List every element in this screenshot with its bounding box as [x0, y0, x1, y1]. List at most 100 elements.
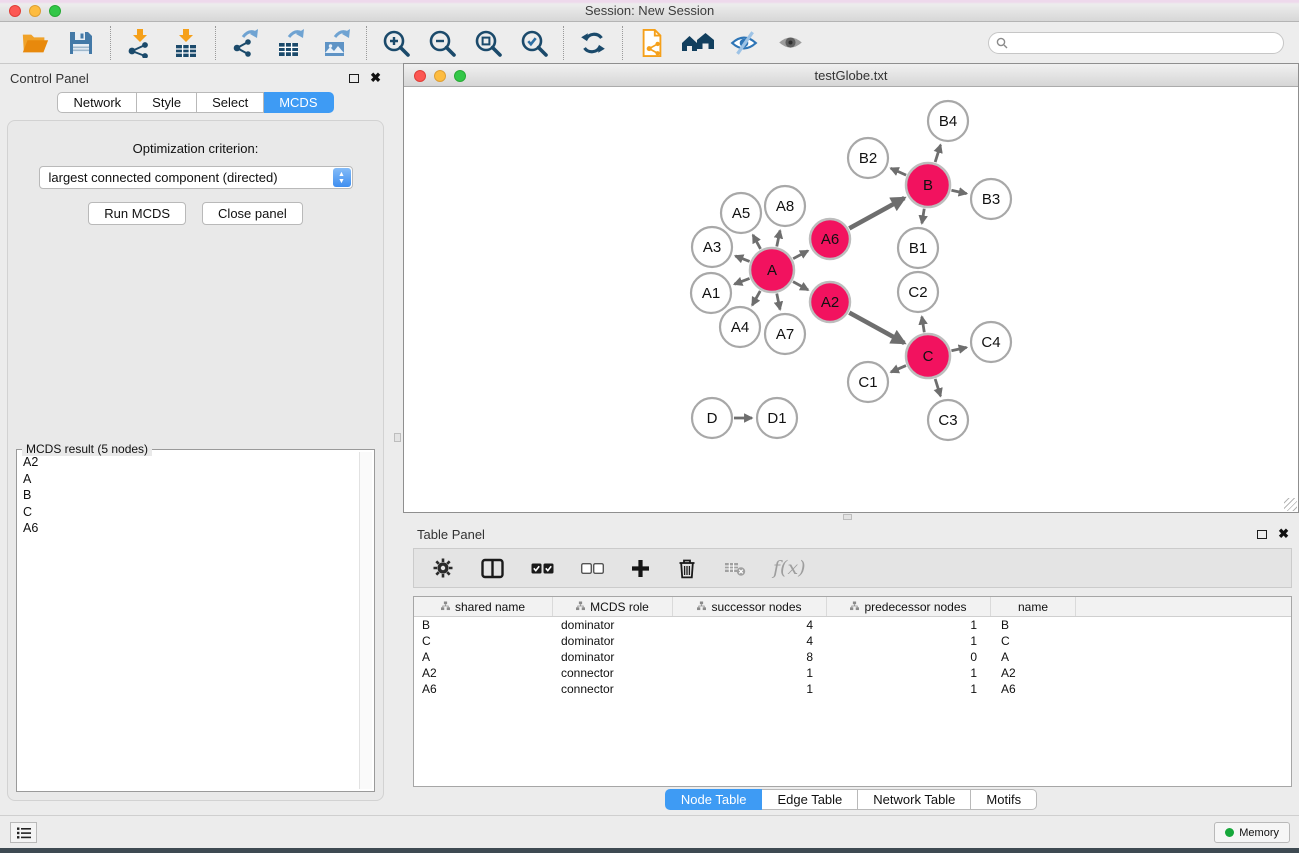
table-row-a[interactable]: Adominator80A [414, 649, 1291, 665]
zoom-window-button[interactable] [49, 5, 61, 17]
home-icon[interactable] [681, 26, 715, 60]
minimize-window-button[interactable] [29, 5, 41, 17]
column-header-predecessor-nodes[interactable]: predecessor nodes [827, 597, 991, 616]
edge-A-A4[interactable] [752, 291, 760, 305]
criterion-select[interactable]: largest connected component (directed) ▲… [39, 166, 353, 189]
result-item-b[interactable]: B [23, 487, 358, 504]
export-table-icon[interactable] [274, 26, 308, 60]
deselect-all-icon[interactable] [581, 563, 604, 574]
tab-motifs[interactable]: Motifs [971, 789, 1037, 810]
close-window-button[interactable] [9, 5, 21, 17]
table-row-b[interactable]: Bdominator41B [414, 617, 1291, 633]
edge-C-C1[interactable] [891, 366, 906, 373]
settings-gear-icon[interactable] [432, 557, 454, 579]
memory-button[interactable]: Memory [1214, 822, 1290, 843]
result-item-a2[interactable]: A2 [23, 454, 358, 471]
column-sort-icon [697, 600, 706, 614]
edge-A-A8[interactable] [777, 230, 780, 246]
import-table-icon[interactable] [169, 26, 203, 60]
edge-C-C3[interactable] [935, 379, 940, 396]
table-row-a2[interactable]: A2connector11A2 [414, 665, 1291, 681]
window-resize-grip[interactable] [1284, 498, 1297, 511]
table-row-a6[interactable]: A6connector11A6 [414, 681, 1291, 697]
edge-A-A3[interactable] [735, 256, 749, 261]
zoom-fit-icon[interactable] [471, 26, 505, 60]
new-network-file-icon[interactable] [635, 26, 669, 60]
zoom-in-icon[interactable] [379, 26, 413, 60]
hide-panel-eye-slash-icon[interactable] [727, 26, 761, 60]
column-header-label: predecessor nodes [864, 600, 966, 614]
edge-C-C4[interactable] [951, 347, 966, 350]
split-columns-icon[interactable] [481, 558, 504, 579]
column-header-successor-nodes[interactable]: successor nodes [673, 597, 827, 616]
export-network-icon[interactable] [228, 26, 262, 60]
edge-A-A7[interactable] [777, 294, 780, 310]
edge-C-C2[interactable] [922, 317, 924, 333]
tab-network[interactable]: Network [57, 92, 137, 113]
edge-A6-B[interactable] [849, 198, 904, 228]
result-item-a6[interactable]: A6 [23, 520, 358, 537]
mcds-result-list[interactable]: A2ABCA6 [19, 454, 358, 789]
export-image-icon[interactable] [320, 26, 354, 60]
run-mcds-button[interactable]: Run MCDS [88, 202, 186, 225]
cell-predecessor-nodes: 1 [827, 666, 991, 680]
delete-column-trash-icon[interactable] [677, 558, 697, 579]
tab-edge-table[interactable]: Edge Table [762, 789, 858, 810]
edge-B-B1[interactable] [922, 209, 924, 224]
result-scrollbar[interactable] [359, 452, 372, 789]
zoom-selected-icon[interactable] [517, 26, 551, 60]
function-builder-icon[interactable]: f(x) [773, 557, 806, 579]
import-network-icon[interactable] [123, 26, 157, 60]
cell-successor-nodes: 4 [673, 618, 827, 632]
node-label-A4: A4 [731, 319, 749, 336]
float-table-panel-icon[interactable] [1257, 530, 1267, 539]
delete-table-icon[interactable] [724, 559, 746, 577]
float-panel-icon[interactable] [349, 74, 359, 83]
edge-A2-C[interactable] [849, 313, 904, 343]
refresh-layout-icon[interactable] [576, 26, 610, 60]
result-item-a[interactable]: A [23, 471, 358, 488]
memory-label: Memory [1239, 827, 1279, 839]
edge-B-B3[interactable] [951, 190, 966, 193]
close-table-panel-icon[interactable]: ✖ [1278, 529, 1289, 539]
edge-A-A1[interactable] [734, 278, 749, 284]
node-table: shared nameMCDS role successor nodes prede… [413, 596, 1292, 787]
edge-B-B2[interactable] [891, 168, 906, 175]
table-panel-title: Table Panel [417, 527, 485, 542]
network-title: testGlobe.txt [815, 68, 888, 83]
tab-mcds[interactable]: MCDS [264, 92, 333, 113]
column-header-MCDS-role[interactable]: MCDS role [553, 597, 673, 616]
save-session-icon[interactable] [64, 26, 98, 60]
network-canvas[interactable]: B4B2BB3A5A8A6A3B1AA1C2A2A4A7C4CC1DD1C3 [404, 87, 1298, 512]
select-all-icon[interactable] [531, 563, 554, 574]
table-row-c[interactable]: Cdominator41C [414, 633, 1291, 649]
tab-style[interactable]: Style [137, 92, 197, 113]
column-header-label: successor nodes [711, 600, 801, 614]
task-history-button[interactable] [10, 822, 37, 843]
table-body: Bdominator41BCdominator41CAdominator80AA… [414, 617, 1291, 697]
show-panel-eye-icon[interactable] [773, 26, 807, 60]
edge-B-B4[interactable] [935, 145, 940, 162]
open-file-icon[interactable] [18, 26, 52, 60]
vertical-splitter-grip[interactable] [394, 433, 401, 442]
minimize-network-button[interactable] [434, 70, 446, 82]
edge-A-A2[interactable] [793, 282, 808, 290]
zoom-network-button[interactable] [454, 70, 466, 82]
mcds-tab-content: Optimization criterion: largest connecte… [7, 120, 384, 801]
tab-select[interactable]: Select [197, 92, 264, 113]
result-item-c[interactable]: C [23, 504, 358, 521]
close-network-button[interactable] [414, 70, 426, 82]
edge-A-A6[interactable] [793, 251, 808, 259]
column-header-name[interactable]: name [991, 597, 1076, 616]
edge-A-A5[interactable] [753, 235, 761, 249]
column-header-shared-name[interactable]: shared name [414, 597, 553, 616]
cell-successor-nodes: 4 [673, 634, 827, 648]
add-column-plus-icon[interactable] [631, 559, 650, 578]
node-label-B3: B3 [982, 191, 1000, 208]
tab-network-table[interactable]: Network Table [858, 789, 971, 810]
zoom-out-icon[interactable] [425, 26, 459, 60]
close-panel-icon[interactable]: ✖ [370, 73, 381, 83]
close-panel-button[interactable]: Close panel [202, 202, 303, 225]
tab-node-table[interactable]: Node Table [665, 789, 763, 810]
search-input[interactable] [1012, 36, 1276, 50]
